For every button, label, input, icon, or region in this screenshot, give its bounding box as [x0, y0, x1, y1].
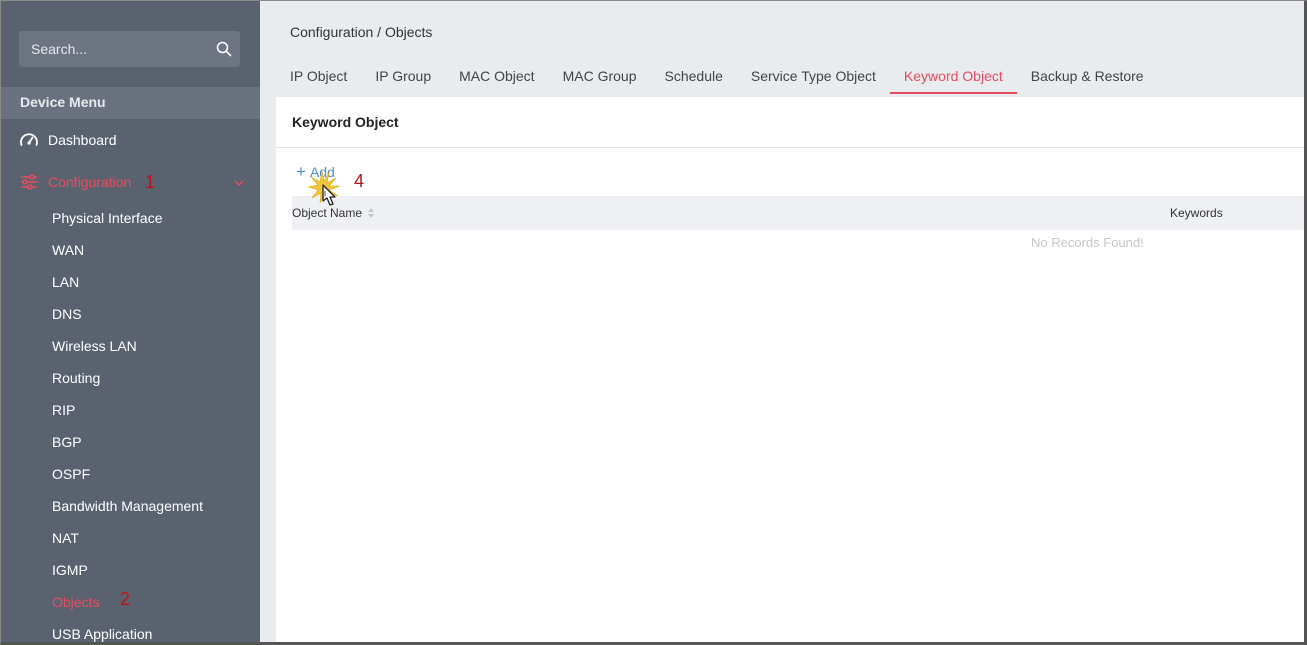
tab-bar: IP Object IP Group MAC Object MAC Group …: [276, 61, 1158, 95]
tab-keyword-object[interactable]: Keyword Object: [889, 61, 1017, 94]
search-input[interactable]: [19, 31, 209, 67]
tab-service-type-object[interactable]: Service Type Object: [737, 61, 890, 94]
sidebar-item-dns[interactable]: DNS: [52, 304, 82, 324]
sidebar-item-rip[interactable]: RIP: [52, 400, 75, 420]
sidebar-item-lan[interactable]: LAN: [52, 272, 79, 292]
sidebar-item-igmp[interactable]: IGMP: [52, 560, 88, 580]
speedometer-icon: [19, 130, 39, 150]
tab-schedule[interactable]: Schedule: [651, 61, 737, 94]
tab-backup-restore[interactable]: Backup & Restore: [1017, 61, 1158, 94]
sidebar-item-nat[interactable]: NAT: [52, 528, 79, 548]
sidebar-item-routing[interactable]: Routing: [52, 368, 100, 388]
annotation-4: 4: [354, 171, 365, 191]
content-panel: Keyword Object + Add Object Name Keyword…: [276, 97, 1304, 642]
sidebar-item-bandwidth-management[interactable]: Bandwidth Management: [52, 496, 203, 516]
sliders-icon: [19, 172, 39, 192]
column-header-label: Object Name: [292, 206, 363, 220]
sort-icon[interactable]: [367, 207, 375, 219]
annotation-2: 2: [120, 589, 131, 609]
sidebar-item-ospf[interactable]: OSPF: [52, 464, 90, 484]
add-button[interactable]: + Add: [296, 162, 335, 181]
sidebar-item-wireless-lan[interactable]: Wireless LAN: [52, 336, 137, 356]
divider: [276, 147, 1304, 148]
annotation-1: 1: [145, 172, 156, 192]
tab-mac-object[interactable]: MAC Object: [445, 61, 548, 94]
sidebar-item-label: Configuration: [48, 174, 132, 190]
sidebar-item-objects[interactable]: Objects: [52, 592, 99, 612]
sidebar-item-bgp[interactable]: BGP: [52, 432, 82, 452]
sidebar-item-physical-interface[interactable]: Physical Interface: [52, 208, 163, 228]
breadcrumb: Configuration / Objects: [290, 24, 433, 40]
sidebar-item-label: Dashboard: [48, 132, 117, 148]
sidebar: Device Menu Dashboard: [1, 1, 260, 642]
app-window: Device Menu Dashboard: [0, 0, 1307, 645]
panel-title: Keyword Object: [292, 114, 399, 130]
tab-ip-object[interactable]: IP Object: [276, 61, 361, 94]
plus-icon: +: [296, 162, 306, 181]
column-header-object-name[interactable]: Object Name: [292, 206, 375, 220]
sidebar-item-wan[interactable]: WAN: [52, 240, 84, 260]
empty-state-message: No Records Found!: [1031, 235, 1144, 250]
table-header: Object Name Keywords: [292, 196, 1304, 230]
chevron-down-icon[interactable]: [233, 177, 245, 189]
sidebar-item-usb-application[interactable]: USB Application: [52, 624, 152, 642]
add-button-label: Add: [309, 164, 335, 180]
tab-ip-group[interactable]: IP Group: [361, 61, 445, 94]
sidebar-item-configuration[interactable]: Configuration: [19, 170, 131, 194]
search-icon[interactable]: [216, 41, 232, 57]
search-box[interactable]: [19, 31, 240, 67]
tab-mac-group[interactable]: MAC Group: [549, 61, 651, 94]
menu-header: Device Menu: [1, 87, 260, 119]
column-header-keywords: Keywords: [1170, 206, 1223, 220]
sidebar-item-dashboard[interactable]: Dashboard: [19, 128, 117, 152]
